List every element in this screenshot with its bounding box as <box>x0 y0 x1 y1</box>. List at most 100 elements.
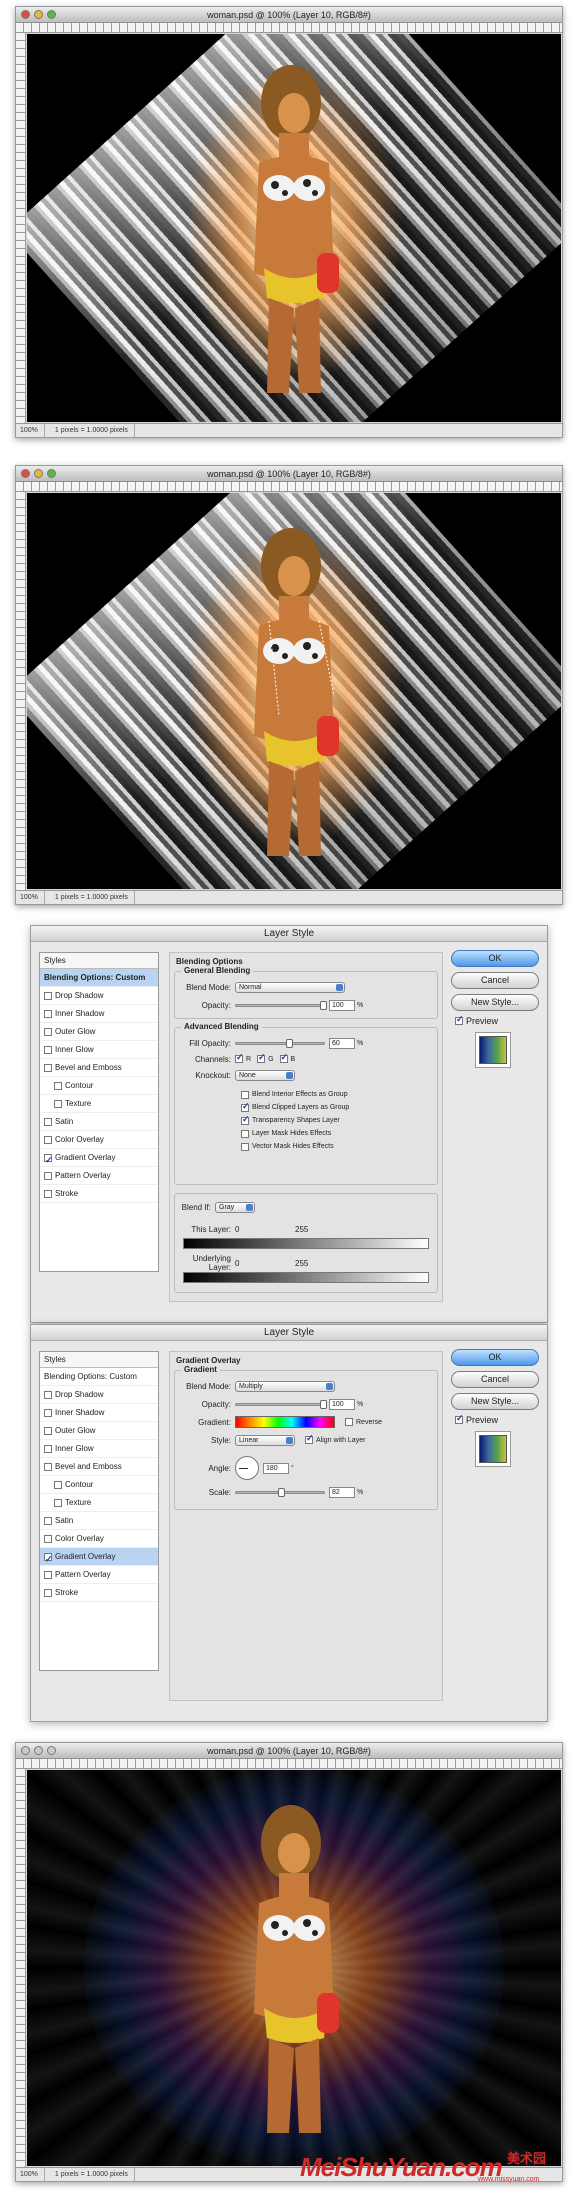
checkbox-icon[interactable] <box>44 1117 52 1126</box>
style-item[interactable]: Outer Glow <box>40 1422 158 1440</box>
style-item[interactable]: Gradient Overlay <box>40 1149 158 1169</box>
checkbox-icon[interactable] <box>241 1129 249 1138</box>
checkbox-icon[interactable] <box>279 1052 288 1063</box>
title-bar[interactable]: woman.psd @ 100% (Layer 10, RGB/8#) <box>16 1743 562 1759</box>
checkbox-icon[interactable] <box>44 1462 52 1471</box>
style-item[interactable]: Inner Glow <box>40 1440 158 1458</box>
preview-checkbox[interactable]: Preview <box>455 1014 539 1026</box>
reverse-checkbox[interactable]: Reverse <box>345 1418 382 1426</box>
checkbox-icon[interactable] <box>44 1045 52 1054</box>
zoom-icon[interactable] <box>47 469 56 478</box>
checkbox-icon[interactable] <box>44 1534 52 1543</box>
style-item[interactable]: Bevel and Emboss <box>40 1458 158 1476</box>
style-item[interactable]: Stroke <box>40 1185 158 1203</box>
new-style-button[interactable]: New Style... <box>451 994 539 1011</box>
close-icon[interactable] <box>21 10 30 19</box>
ok-button[interactable]: OK <box>451 1349 539 1366</box>
style-item[interactable]: Pattern Overlay <box>40 1566 158 1584</box>
checkbox-icon[interactable] <box>455 1413 464 1424</box>
align-with-layer-checkbox[interactable]: Align with Layer <box>305 1433 365 1444</box>
opacity-slider-thumb[interactable] <box>320 1399 327 1409</box>
checkbox-icon[interactable] <box>44 1390 52 1399</box>
checkbox-icon[interactable] <box>257 1052 266 1063</box>
checkbox-icon[interactable] <box>44 1408 52 1417</box>
style-item[interactable]: Gradient Overlay <box>40 1548 158 1568</box>
checkbox-icon[interactable] <box>235 1052 244 1063</box>
fill-opacity-slider-thumb[interactable] <box>286 1038 293 1048</box>
scale-slider[interactable] <box>235 1487 325 1497</box>
checkbox-icon[interactable] <box>44 1588 52 1597</box>
checkbox-icon[interactable] <box>54 1498 62 1507</box>
title-bar[interactable]: woman.psd @ 100% (Layer 10, RGB/8#) <box>16 7 562 23</box>
checkbox-icon[interactable] <box>44 1009 52 1018</box>
scale-slider-thumb[interactable] <box>278 1487 285 1497</box>
advanced-option-checkbox[interactable]: Layer Mask Hides Effects <box>241 1127 349 1140</box>
advanced-option-checkbox[interactable]: Blend Clipped Layers as Group <box>241 1101 349 1114</box>
checkbox-icon[interactable] <box>455 1014 464 1025</box>
zoom-level[interactable]: 100% <box>20 2168 45 2181</box>
checkbox-icon[interactable] <box>241 1142 249 1151</box>
angle-input[interactable]: 180 <box>263 1462 289 1474</box>
style-item[interactable]: Inner Shadow <box>40 1005 158 1023</box>
canvas[interactable] <box>27 34 561 422</box>
canvas[interactable] <box>27 493 561 889</box>
checkbox-icon[interactable] <box>54 1480 62 1489</box>
style-item[interactable]: Blending Options: Custom <box>40 969 158 987</box>
style-item[interactable]: Texture <box>40 1095 158 1113</box>
cancel-button[interactable]: Cancel <box>451 1371 539 1388</box>
zoom-level[interactable]: 100% <box>20 424 45 437</box>
style-item[interactable]: Stroke <box>40 1584 158 1602</box>
style-select[interactable]: Linear <box>235 1434 295 1446</box>
opacity-slider[interactable] <box>235 1000 327 1010</box>
checkbox-icon[interactable] <box>44 1426 52 1435</box>
style-item[interactable]: Satin <box>40 1113 158 1131</box>
new-style-button[interactable]: New Style... <box>451 1393 539 1410</box>
preview-checkbox[interactable]: Preview <box>455 1413 539 1425</box>
fill-opacity-slider[interactable] <box>235 1038 325 1048</box>
style-item[interactable]: Color Overlay <box>40 1530 158 1548</box>
checkbox-icon[interactable] <box>241 1114 250 1125</box>
zoom-level[interactable]: 100% <box>20 891 45 904</box>
checkbox-icon[interactable] <box>44 1027 52 1036</box>
channel-b-checkbox[interactable]: B <box>279 1052 295 1063</box>
zoom-icon[interactable] <box>47 1746 56 1755</box>
checkbox-icon[interactable] <box>44 1516 52 1525</box>
style-item[interactable]: Outer Glow <box>40 1023 158 1041</box>
opacity-input[interactable]: 100 <box>329 999 355 1011</box>
checkbox-icon[interactable] <box>241 1090 249 1099</box>
style-item[interactable]: Inner Glow <box>40 1041 158 1059</box>
style-item[interactable]: Inner Shadow <box>40 1404 158 1422</box>
opacity-input[interactable]: 100 <box>329 1398 355 1410</box>
advanced-option-checkbox[interactable]: Blend Interior Effects as Group <box>241 1088 349 1101</box>
opacity-slider-thumb[interactable] <box>320 1000 327 1010</box>
minimize-icon[interactable] <box>34 10 43 19</box>
style-item[interactable]: Satin <box>40 1512 158 1530</box>
checkbox-icon[interactable] <box>54 1081 62 1090</box>
canvas[interactable] <box>27 1770 561 2166</box>
blend-if-select[interactable]: Gray <box>215 1201 255 1213</box>
scale-input[interactable]: 82 <box>329 1486 355 1498</box>
minimize-icon[interactable] <box>34 1746 43 1755</box>
checkbox-icon[interactable] <box>345 1418 353 1426</box>
blend-mode-select[interactable]: Multiply <box>235 1380 335 1392</box>
underlying-layer-gradient-bar[interactable] <box>183 1272 429 1283</box>
checkbox-icon[interactable] <box>44 1171 52 1180</box>
style-item[interactable]: Bevel and Emboss <box>40 1059 158 1077</box>
title-bar[interactable]: woman.psd @ 100% (Layer 10, RGB/8#) <box>16 466 562 482</box>
style-item[interactable]: Pattern Overlay <box>40 1167 158 1185</box>
styles-header[interactable]: Styles <box>40 953 158 969</box>
knockout-select[interactable]: None <box>235 1069 295 1081</box>
checkbox-icon[interactable] <box>44 991 52 1000</box>
this-layer-gradient-bar[interactable] <box>183 1238 429 1249</box>
checkbox-icon[interactable] <box>44 1550 53 1568</box>
style-item[interactable]: Color Overlay <box>40 1131 158 1149</box>
channel-r-checkbox[interactable]: R <box>235 1052 251 1063</box>
style-item[interactable]: Texture <box>40 1494 158 1512</box>
angle-dial[interactable] <box>235 1456 259 1480</box>
blend-mode-select[interactable]: Normal <box>235 981 345 993</box>
style-item[interactable]: Blending Options: Custom <box>40 1368 158 1386</box>
checkbox-icon[interactable] <box>44 1444 52 1453</box>
zoom-icon[interactable] <box>47 10 56 19</box>
gradient-picker[interactable] <box>235 1416 335 1428</box>
checkbox-icon[interactable] <box>54 1099 62 1108</box>
